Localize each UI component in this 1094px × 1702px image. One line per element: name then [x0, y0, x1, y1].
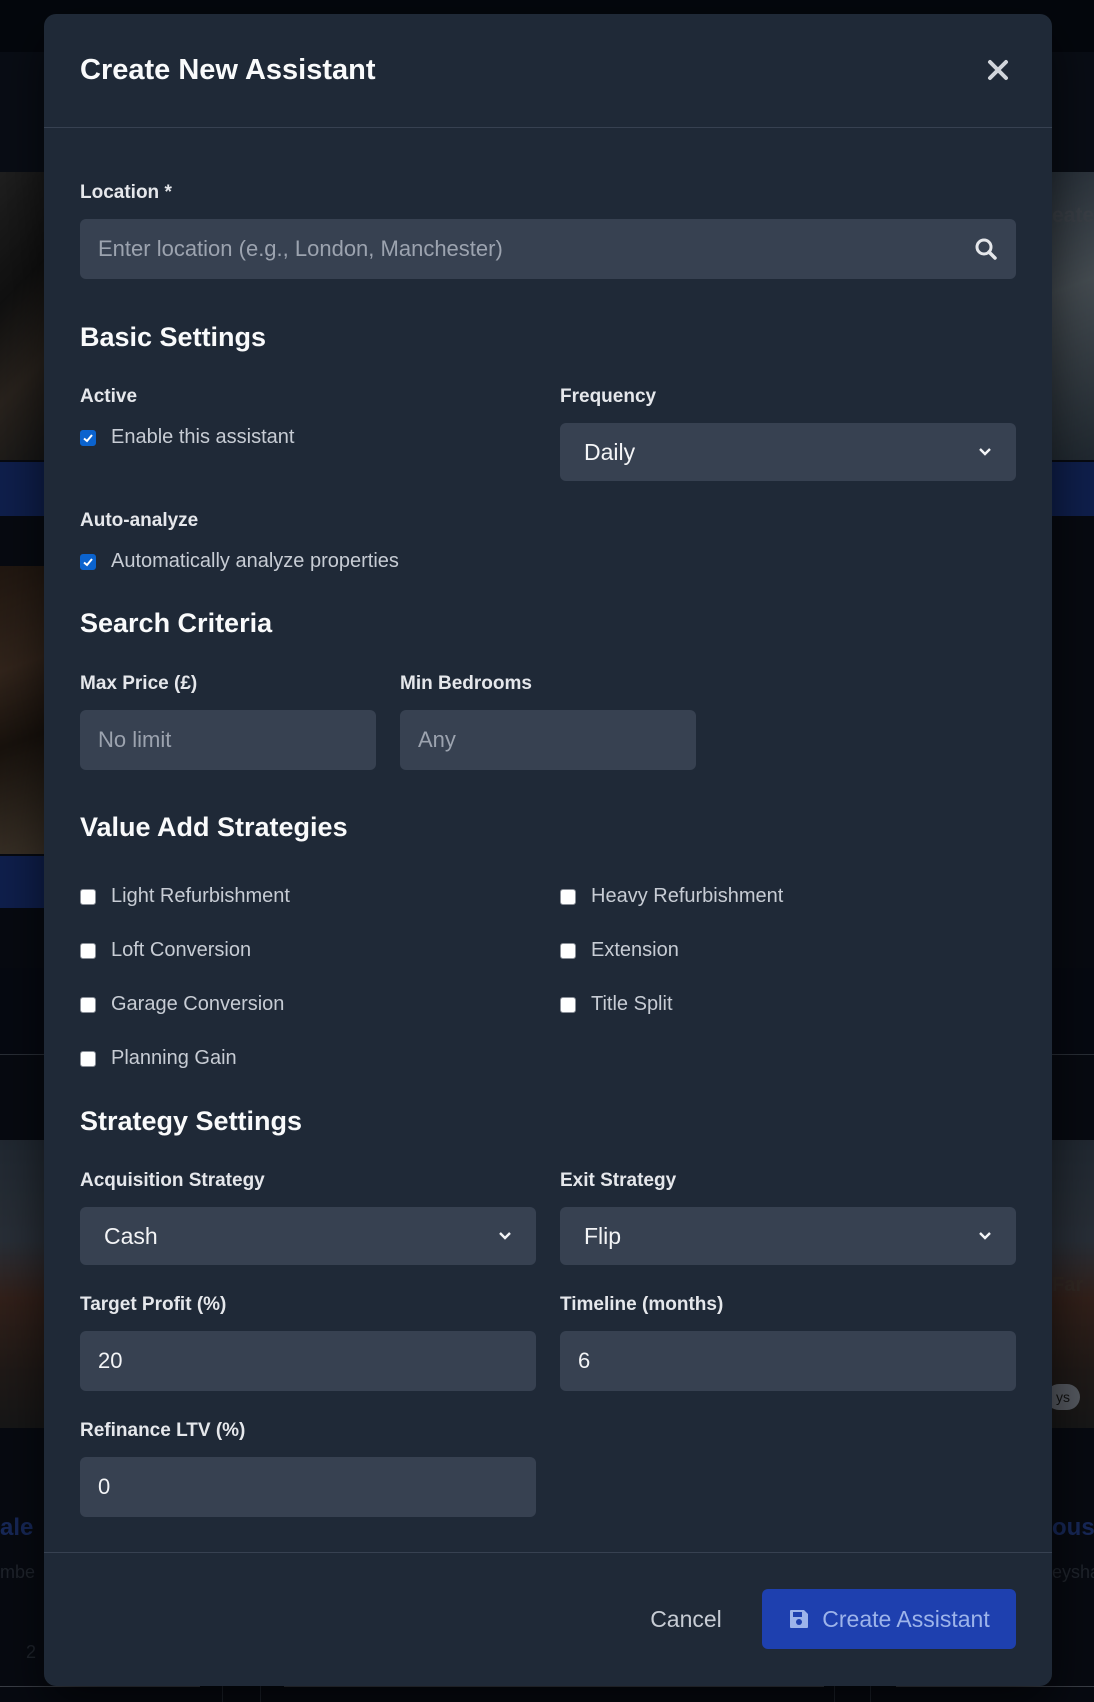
checkbox-checked-icon [80, 429, 96, 446]
checkbox-icon [560, 996, 576, 1013]
max-price-placeholder: No limit [98, 727, 172, 752]
chevron-down-icon [499, 1232, 511, 1240]
strategy-checkbox-heavy-refurbishment[interactable]: Heavy Refurbishment [560, 885, 783, 908]
checkbox-icon [80, 942, 96, 959]
search-icon [975, 238, 997, 260]
save-icon [790, 1610, 809, 1628]
create-assistant-label: Create Assistant [822, 1605, 990, 1632]
search-criteria-heading: Search Criteria [80, 608, 273, 638]
strategy-checkbox-light-refurbishment[interactable]: Light Refurbishment [80, 885, 290, 908]
cancel-button[interactable]: Cancel [636, 1589, 736, 1649]
create-assistant-button[interactable]: Create Assistant [762, 1589, 1016, 1649]
min-bedrooms-input[interactable]: Any [400, 710, 696, 770]
timeline-value: 6 [578, 1348, 591, 1373]
auto-analyze-checkbox[interactable]: Automatically analyze properties [80, 550, 399, 573]
enable-assistant-checkbox[interactable]: Enable this assistant [80, 426, 294, 449]
refinance-ltv-input[interactable]: 0 [80, 1457, 536, 1517]
max-price-input[interactable]: No limit [80, 710, 376, 770]
refinance-ltv-value: 0 [98, 1474, 111, 1499]
auto-analyze-checkbox-label: Automatically analyze properties [111, 550, 399, 572]
strategy-checkbox-planning-gain[interactable]: Planning Gain [80, 1047, 237, 1070]
basic-settings-heading: Basic Settings [80, 322, 267, 352]
target-profit-value: 20 [98, 1348, 123, 1373]
strategy-label: Title Split [591, 993, 673, 1015]
close-button[interactable] [980, 52, 1016, 88]
target-profit-input[interactable]: 20 [80, 1331, 536, 1391]
modal-header: Create New Assistant [44, 14, 1052, 128]
checkbox-icon [80, 888, 96, 905]
strategy-settings-heading: Strategy Settings [80, 1106, 303, 1136]
location-input[interactable]: Enter location (e.g., London, Manchester… [80, 219, 1016, 279]
auto-analyze-label: Auto-analyze [80, 510, 199, 531]
exit-strategy-select[interactable]: Flip [560, 1207, 1016, 1265]
strategy-label: Garage Conversion [111, 993, 285, 1015]
modal-title: Create New Assistant [80, 54, 376, 86]
value-add-heading: Value Add Strategies [80, 812, 348, 842]
acquisition-strategy-value: Cash [104, 1222, 158, 1249]
modal-body: Location * Enter location (e.g., London,… [44, 128, 1052, 1568]
exit-strategy-label: Exit Strategy [560, 1170, 677, 1191]
strategy-checkbox-garage-conversion[interactable]: Garage Conversion [80, 993, 284, 1016]
create-assistant-modal: Create New Assistant Location * Enter lo… [44, 14, 1052, 1686]
frequency-label: Frequency [560, 386, 657, 407]
location-label: Location * [80, 182, 172, 203]
acquisition-strategy-select[interactable]: Cash [80, 1207, 536, 1265]
timeline-label: Timeline (months) [560, 1294, 724, 1315]
max-price-label: Max Price (£) [80, 673, 198, 694]
strategy-label: Light Refurbishment [111, 885, 290, 907]
chevron-down-icon [979, 448, 991, 456]
min-bedrooms-placeholder: Any [418, 727, 456, 752]
checkbox-icon [560, 942, 576, 959]
checkbox-icon [560, 888, 576, 905]
strategy-checkbox-extension[interactable]: Extension [560, 939, 679, 962]
frequency-select[interactable]: Daily [560, 423, 1016, 481]
min-bedrooms-label: Min Bedrooms [400, 673, 532, 694]
strategy-label: Planning Gain [111, 1047, 237, 1069]
acquisition-strategy-label: Acquisition Strategy [80, 1170, 265, 1191]
checkbox-icon [80, 996, 96, 1013]
strategy-label: Loft Conversion [111, 939, 252, 961]
timeline-input[interactable]: 6 [560, 1331, 1016, 1391]
enable-assistant-label: Enable this assistant [111, 426, 295, 448]
strategy-checkbox-loft-conversion[interactable]: Loft Conversion [80, 939, 251, 962]
close-icon [988, 59, 1008, 80]
strategy-label: Extension [591, 939, 679, 961]
exit-strategy-value: Flip [584, 1222, 622, 1249]
strategy-checkbox-title-split[interactable]: Title Split [560, 993, 673, 1016]
chevron-down-icon [979, 1232, 991, 1240]
checkbox-checked-icon [80, 553, 96, 570]
active-label: Active [80, 386, 138, 407]
checkbox-icon [80, 1050, 96, 1067]
frequency-value: Daily [584, 438, 636, 465]
refinance-ltv-label: Refinance LTV (%) [80, 1420, 246, 1441]
target-profit-label: Target Profit (%) [80, 1294, 227, 1315]
strategy-label: Heavy Refurbishment [591, 885, 784, 907]
modal-footer: Cancel Create Assistant [44, 1552, 1052, 1686]
location-placeholder: Enter location (e.g., London, Manchester… [98, 236, 503, 261]
